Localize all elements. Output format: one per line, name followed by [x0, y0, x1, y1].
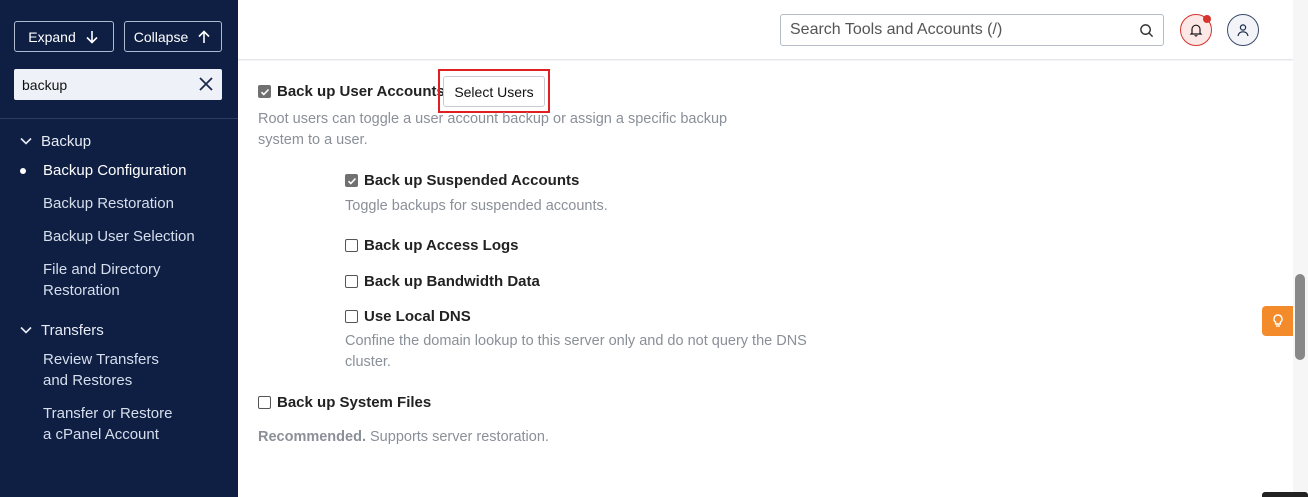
nav-group-label: Backup — [41, 132, 92, 150]
lightbulb-icon — [1272, 314, 1283, 327]
sidebar-item-label: Backup User Selection — [43, 228, 195, 245]
main-content: Back up User Accounts Select Users Root … — [238, 61, 1293, 497]
select-users-button[interactable]: Select Users — [443, 76, 545, 107]
sidebar-item-backup-configuration[interactable]: Backup Configuration — [0, 160, 238, 181]
select-users-highlight: Select Users — [438, 69, 550, 113]
backup-access-logs-label: Back up Access Logs — [364, 237, 519, 254]
user-menu-button[interactable] — [1227, 14, 1259, 46]
backup-suspended-help: Toggle backups for suspended accounts. — [345, 198, 608, 214]
sidebar-item-backup-user-selection[interactable]: Backup User Selection — [0, 226, 238, 247]
backup-system-files-label: Back up System Files — [277, 394, 432, 411]
backup-system-files-help: Recommended. Supports server restoration… — [258, 427, 549, 448]
use-local-dns-row: Use Local DNS — [345, 308, 471, 325]
backup-suspended-row: Back up Suspended Accounts — [345, 172, 579, 189]
sidebar-item-label: Transfer or Restore a cPanel Account — [43, 405, 173, 443]
sidebar-divider — [0, 118, 238, 119]
backup-suspended-checkbox[interactable] — [345, 174, 358, 187]
backup-suspended-label: Back up Suspended Accounts — [364, 172, 580, 189]
collapse-button[interactable]: Collapse — [124, 21, 222, 52]
bell-icon — [1189, 24, 1203, 37]
hint-button[interactable] — [1262, 306, 1293, 336]
notification-badge — [1203, 15, 1211, 23]
system-files-help-text: Supports server restoration. — [370, 429, 549, 445]
search-box — [780, 14, 1164, 46]
sidebar-filter-input[interactable] — [22, 76, 192, 93]
page-scrollbar[interactable] — [1293, 0, 1308, 497]
active-dot-icon — [20, 168, 26, 174]
sidebar-actions: Expand Collapse — [14, 21, 222, 52]
check-icon — [260, 88, 269, 96]
sidebar-item-file-directory-restoration[interactable]: File and Directory Restoration — [0, 259, 170, 301]
arrow-down-icon — [86, 30, 98, 44]
backup-user-accounts-checkbox[interactable] — [258, 85, 271, 98]
backup-access-logs-checkbox[interactable] — [345, 239, 358, 252]
check-icon — [347, 177, 356, 185]
sidebar-filter — [14, 69, 222, 100]
scrollbar-thumb[interactable] — [1295, 274, 1305, 360]
backup-system-files-checkbox[interactable] — [258, 396, 271, 409]
search-icon[interactable] — [1139, 23, 1154, 38]
user-icon — [1237, 24, 1249, 37]
nav-group-backup: Backup Backup Configuration Backup Resto… — [0, 130, 238, 301]
scroll-bottom-edge — [1262, 492, 1308, 497]
chevron-down-icon — [20, 326, 32, 334]
sidebar-item-transfer-restore-account[interactable]: Transfer or Restore a cPanel Account — [0, 403, 180, 445]
backup-access-logs-row: Back up Access Logs — [345, 237, 519, 254]
sidebar-item-backup-restoration[interactable]: Backup Restoration — [0, 193, 238, 214]
use-local-dns-help: Confine the domain lookup to this server… — [345, 333, 807, 370]
top-bar — [238, 0, 1293, 60]
expand-label: Expand — [28, 28, 76, 45]
collapse-label: Collapse — [133, 28, 189, 45]
nav-group-backup-toggle[interactable]: Backup — [0, 130, 238, 152]
sidebar-item-label: Backup Restoration — [43, 195, 174, 212]
search-input[interactable] — [790, 21, 1120, 39]
backup-system-files-row: Back up System Files — [258, 394, 431, 411]
backup-bandwidth-checkbox[interactable] — [345, 275, 358, 288]
chevron-down-icon — [20, 137, 32, 145]
sidebar: Expand Collapse Backup Backup Configurat… — [0, 0, 238, 497]
use-local-dns-checkbox[interactable] — [345, 310, 358, 323]
sidebar-item-label: Review Transfers and Restores — [43, 351, 159, 389]
nav-group-transfers: Transfers Review Transfers and Restores … — [0, 319, 238, 445]
sidebar-item-review-transfers[interactable]: Review Transfers and Restores — [0, 349, 180, 391]
backup-bandwidth-row: Back up Bandwidth Data — [345, 273, 540, 290]
sidebar-item-label: Backup Configuration — [43, 162, 187, 179]
notifications-button[interactable] — [1180, 14, 1212, 46]
clear-filter-icon[interactable] — [198, 76, 214, 92]
arrow-up-icon — [198, 29, 210, 43]
backup-user-accounts-row: Back up User Accounts — [258, 83, 445, 100]
nav-group-label: Transfers — [41, 321, 104, 339]
sidebar-item-label: File and Directory Restoration — [43, 261, 161, 299]
recommended-label: Recommended. — [258, 429, 366, 445]
use-local-dns-label: Use Local DNS — [364, 308, 471, 325]
nav-group-transfers-toggle[interactable]: Transfers — [0, 319, 238, 341]
backup-bandwidth-label: Back up Bandwidth Data — [364, 273, 540, 290]
backup-user-accounts-help: Root users can toggle a user account bac… — [258, 111, 728, 148]
backup-user-accounts-label: Back up User Accounts — [277, 83, 445, 100]
expand-button[interactable]: Expand — [14, 21, 114, 52]
